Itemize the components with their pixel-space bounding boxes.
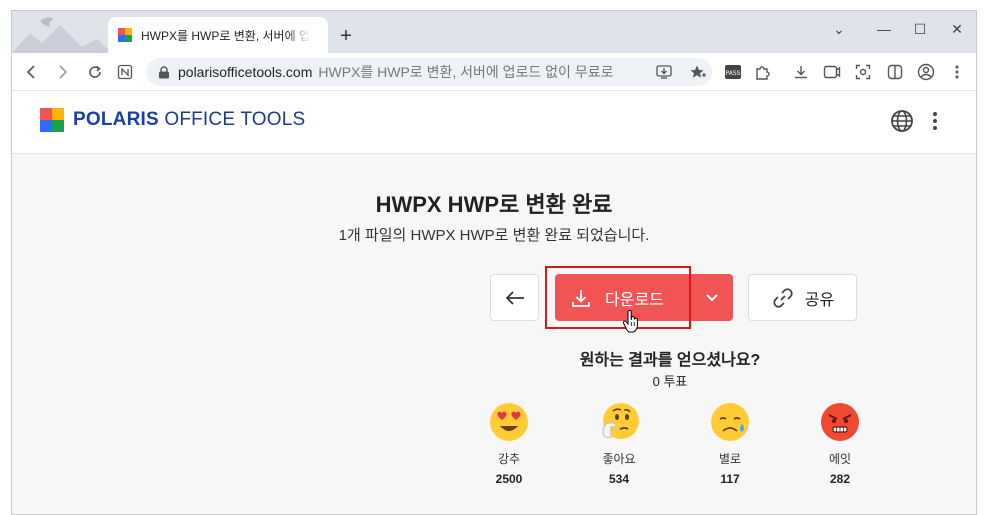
polaris-logo[interactable]: POLARIS OFFICE TOOLS <box>40 108 305 132</box>
sad-emoji-icon <box>711 403 749 441</box>
downloads-icon[interactable] <box>790 61 812 83</box>
back-icon[interactable] <box>20 61 42 83</box>
address-bar[interactable]: polarisofficetools.com HWPX를 HWP로 변환, 서버… <box>146 58 712 86</box>
lock-icon <box>159 65 169 78</box>
site-menu-icon[interactable] <box>927 109 943 133</box>
rating-option-strongly-recommend[interactable]: 강추 2500 <box>479 402 539 486</box>
browser-toolbar: polarisofficetools.com HWPX를 HWP로 변환, 서버… <box>12 53 976 91</box>
browser-menu-icon[interactable] <box>946 61 968 83</box>
install-app-icon[interactable] <box>656 65 672 79</box>
cast-icon[interactable] <box>821 61 843 83</box>
tab-strip-decoration-icon <box>12 17 112 53</box>
globe-icon[interactable] <box>890 109 914 133</box>
feedback-question: 원하는 결과를 얻으셨나요? <box>579 352 761 369</box>
hand-cursor-icon <box>622 310 638 333</box>
back-button[interactable] <box>490 274 539 321</box>
browser-window: HWPX를 HWP로 변환, 서버에 업로드 없이 무료로 + ⌄ — ☐ ✕ … <box>11 10 977 515</box>
pass-extension-icon[interactable]: PASS <box>722 61 744 83</box>
naver-extension-icon[interactable] <box>114 61 136 83</box>
tab-title: HWPX를 HWP로 변환, 서버에 업로드 없이 무료로 <box>141 28 311 43</box>
site-header: POLARIS OFFICE TOOLS <box>12 91 976 154</box>
bookmark-star-icon[interactable] <box>689 64 707 80</box>
link-icon <box>773 287 793 308</box>
rating-count: 534 <box>608 472 630 486</box>
profile-icon[interactable] <box>915 61 937 83</box>
new-tab-button[interactable]: + <box>334 26 358 50</box>
rating-label: 별로 <box>718 452 742 466</box>
maximize-button[interactable]: ☐ <box>900 17 940 43</box>
forward-icon[interactable] <box>52 61 74 83</box>
share-button[interactable]: 공유 <box>748 274 857 321</box>
download-icon <box>572 289 590 307</box>
rating-option-like[interactable]: 좋아요 534 <box>589 402 649 486</box>
logo-text: POLARIS OFFICE TOOLS <box>73 109 306 130</box>
close-button[interactable]: ✕ <box>937 17 976 43</box>
arrow-left-icon <box>505 290 524 305</box>
download-button-group: 다운로드 <box>555 274 733 321</box>
rating-count: 282 <box>829 472 851 486</box>
polaris-logo-icon <box>40 108 64 132</box>
svg-text:PASS: PASS <box>726 70 741 77</box>
rating-label: 좋아요 <box>602 452 636 466</box>
rating-option-meh[interactable]: 별로 117 <box>700 402 760 486</box>
url-page-title: HWPX를 HWP로 변환, 서버에 업로드 없이 무료로 <box>318 64 614 80</box>
chevron-down-icon <box>706 293 718 301</box>
main-content: HWPX HWP로 변환 완료 1개 파일의 HWPX HWP로 변환 완료 되… <box>12 154 976 514</box>
angry-emoji-icon <box>821 403 859 441</box>
page-title: HWPX HWP로 변환 완료 <box>375 192 613 217</box>
page-subtitle: 1개 파일의 HWPX HWP로 변환 완료 되었습니다. <box>338 227 650 244</box>
rating-label: 에잇 <box>828 452 852 466</box>
tab-strip: HWPX를 HWP로 변환, 서버에 업로드 없이 무료로 + ⌄ — ☐ ✕ <box>12 11 976 53</box>
thinking-emoji-icon <box>602 403 639 439</box>
rating-count: 117 <box>720 472 740 486</box>
share-label: 공유 <box>804 291 835 309</box>
vote-count: 0 투표 <box>652 374 688 389</box>
tab-search-button[interactable]: ⌄ <box>819 17 859 43</box>
minimize-button[interactable]: — <box>864 17 904 43</box>
screenshot-icon[interactable] <box>852 61 874 83</box>
heart-eyes-emoji-icon <box>490 403 528 441</box>
rating-option-ugh[interactable]: 에잇 282 <box>810 402 870 486</box>
download-options-button[interactable] <box>691 274 733 321</box>
download-label: 다운로드 <box>605 291 664 309</box>
extensions-puzzle-icon[interactable] <box>752 61 774 83</box>
side-panel-icon[interactable] <box>884 61 906 83</box>
tab-active[interactable]: HWPX를 HWP로 변환, 서버에 업로드 없이 무료로 <box>108 17 328 53</box>
url-text: polarisofficetools.com <box>178 64 313 80</box>
polaris-favicon-icon <box>118 28 132 42</box>
rating-label: 강추 <box>497 452 521 466</box>
reload-icon[interactable] <box>84 61 106 83</box>
rating-count: 2500 <box>495 472 523 486</box>
